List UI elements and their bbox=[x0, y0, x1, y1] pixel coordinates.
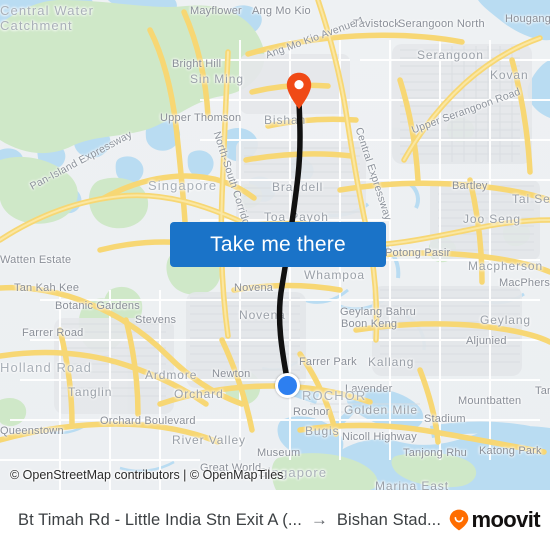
take-me-there-button[interactable]: Take me there bbox=[170, 222, 386, 267]
arrow-right-icon: → bbox=[310, 510, 328, 529]
moovit-map-screen: Central Water Catchment Mayflower Ang Mo Ki… bbox=[0, 0, 550, 550]
trip-footer-bar: Bt Timah Rd - Little India Stn Exit A (.… bbox=[0, 490, 550, 550]
origin-dot-icon[interactable] bbox=[275, 373, 300, 398]
trip-origin-label: Bt Timah Rd - Little India Stn Exit A (.… bbox=[18, 510, 302, 529]
moovit-pin-icon bbox=[450, 509, 469, 531]
trip-destination-label: Bishan Stad... bbox=[336, 510, 442, 529]
map-viewport[interactable]: Central Water Catchment Mayflower Ang Mo Ki… bbox=[0, 0, 550, 490]
map-attribution[interactable]: © OpenStreetMap contributors | © OpenMap… bbox=[10, 468, 283, 482]
moovit-wordmark: moovit bbox=[471, 507, 540, 532]
trip-summary: Bt Timah Rd - Little India Stn Exit A (.… bbox=[18, 510, 449, 530]
moovit-logo[interactable]: moovit bbox=[449, 507, 541, 533]
destination-pin-icon[interactable] bbox=[286, 72, 312, 110]
